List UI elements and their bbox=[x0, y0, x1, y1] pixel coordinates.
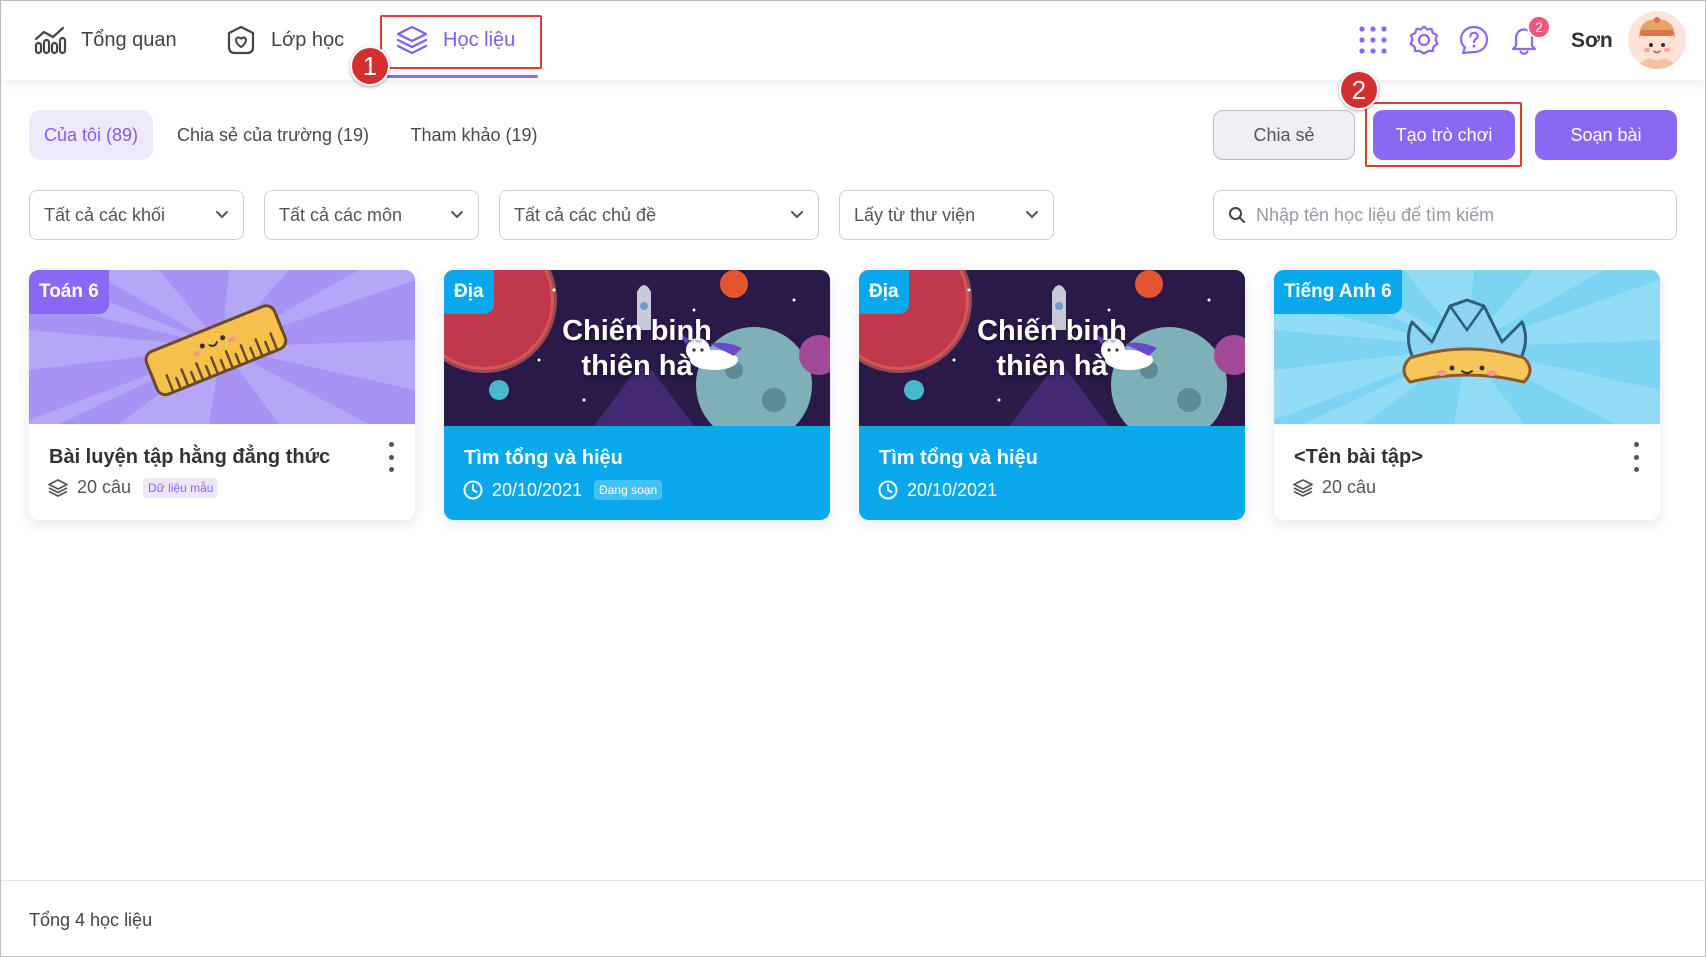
nav-learning-materials-label: Học liệu bbox=[443, 28, 516, 51]
card-date: 20/10/2021 bbox=[492, 479, 583, 500]
card-thumbnail: Chiến binh thiên hà bbox=[444, 270, 830, 426]
kebab-dot bbox=[388, 442, 394, 447]
thumbnail-title: Chiến binh thiên hà bbox=[859, 314, 1245, 384]
step2-badge: 2 bbox=[1339, 70, 1379, 110]
kebab-dot bbox=[388, 467, 394, 472]
thumbnail-title-line1: Chiến binh bbox=[977, 315, 1127, 347]
footer-divider bbox=[1, 880, 1705, 881]
layers-icon bbox=[396, 25, 428, 55]
subject-tag: Địa bbox=[444, 270, 494, 314]
material-card[interactable]: Tiếng Anh 6 <Tên bài tập> 20 câu bbox=[1274, 270, 1660, 520]
kebab-dot bbox=[388, 454, 394, 460]
tab-reference[interactable]: Tham khảo (19) bbox=[399, 110, 549, 160]
layers-icon bbox=[1293, 478, 1313, 497]
nav-overview[interactable]: Tổng quan bbox=[33, 19, 177, 61]
thumbnail-title-line1: Chiến binh bbox=[562, 315, 712, 347]
material-card[interactable]: Chiến binh thiên hà Địa Tìm tổng và hiệu… bbox=[444, 270, 830, 520]
kebab-dot bbox=[1633, 442, 1639, 447]
search-icon bbox=[1229, 207, 1245, 223]
card-meta: 20/10/2021 Đang soạn bbox=[462, 479, 663, 501]
draft-badge: Đang soạn bbox=[594, 480, 663, 500]
card-meta: 20/10/2021 bbox=[877, 479, 997, 501]
avatar[interactable] bbox=[1628, 11, 1686, 69]
top-navbar: Tổng quan Lớp học Học liệu 2 Sơn bbox=[1, 1, 1705, 80]
subject-select[interactable]: Tất cả các môn bbox=[264, 190, 479, 240]
subject-tag: Toán 6 bbox=[29, 270, 109, 314]
source-select[interactable]: Lấy từ thư viện bbox=[839, 190, 1054, 240]
subject-tag: Tiếng Anh 6 bbox=[1274, 270, 1402, 314]
class-heart-icon bbox=[227, 25, 255, 55]
user-name[interactable]: Sơn bbox=[1571, 29, 1613, 53]
grade-select[interactable]: Tất cả các khối bbox=[29, 190, 244, 240]
thumbnail-title-line2: thiên hà bbox=[581, 350, 693, 382]
question-count: 20 câu bbox=[1322, 477, 1377, 497]
chart-icon bbox=[34, 26, 67, 55]
card-menu-button[interactable] bbox=[1630, 442, 1642, 472]
nav-classes-label: Lớp học bbox=[271, 28, 345, 51]
topic-select-value: Tất cả các chủ đề bbox=[514, 204, 657, 225]
avatar-illustration bbox=[1628, 11, 1686, 69]
create-game-button[interactable]: Tạo trò chơi bbox=[1373, 110, 1515, 160]
question-count: 20 câu bbox=[77, 477, 132, 497]
subject-select-value: Tất cả các môn bbox=[279, 204, 403, 225]
card-meta: 20 câu Dữ liệu mẫu bbox=[47, 477, 219, 498]
search-box bbox=[1213, 190, 1677, 240]
material-card[interactable]: Toán 6 Bài luyện tập hằng đẳng thức 20 c… bbox=[29, 270, 415, 520]
step1-badge: 1 bbox=[350, 46, 390, 86]
kebab-dot bbox=[1633, 467, 1639, 472]
source-select-value: Lấy từ thư viện bbox=[854, 204, 976, 225]
settings-icon bbox=[1409, 25, 1439, 55]
apps-button[interactable] bbox=[1355, 22, 1391, 58]
notification-count-badge: 2 bbox=[1527, 15, 1551, 39]
app-window: Tổng quan Lớp học Học liệu 2 Sơn 1 Của t… bbox=[0, 0, 1706, 957]
tab-school-shared[interactable]: Chia sẻ của trường (19) bbox=[173, 110, 373, 160]
chevron-down-icon bbox=[1026, 211, 1038, 219]
chevron-down-icon bbox=[216, 211, 228, 219]
thumbnail-title-line2: thiên hà bbox=[996, 350, 1108, 382]
sample-data-badge: Dữ liệu mẫu bbox=[143, 477, 219, 498]
card-title: Bài luyện tập hằng đẳng thức bbox=[49, 446, 331, 468]
card-thumbnail: Chiến binh thiên hà bbox=[859, 270, 1245, 426]
compose-lesson-button[interactable]: Soạn bài bbox=[1535, 110, 1677, 160]
kebab-dot bbox=[1633, 454, 1639, 460]
card-title: <Tên bài tập> bbox=[1294, 446, 1423, 468]
card-title: Tìm tổng và hiệu bbox=[464, 447, 623, 469]
nav-classes[interactable]: Lớp học bbox=[225, 19, 344, 61]
tab-mine[interactable]: Của tôi (89) bbox=[29, 110, 153, 160]
card-date: 20/10/2021 bbox=[907, 479, 998, 500]
card-menu-button[interactable] bbox=[385, 442, 397, 472]
thumbnail-title: Chiến binh thiên hà bbox=[444, 314, 830, 384]
help-button[interactable] bbox=[1456, 22, 1492, 58]
search-input[interactable] bbox=[1256, 204, 1656, 226]
topic-select[interactable]: Tất cả các chủ đề bbox=[499, 190, 819, 240]
grade-select-value: Tất cả các khối bbox=[44, 204, 166, 225]
active-nav-indicator bbox=[382, 75, 538, 78]
clock-icon bbox=[463, 480, 483, 500]
material-card[interactable]: Chiến binh thiên hà Địa Tìm tổng và hiệu… bbox=[859, 270, 1245, 520]
total-count-label: Tổng 4 học liệu bbox=[29, 910, 153, 930]
nav-overview-label: Tổng quan bbox=[81, 28, 177, 51]
subject-tag: Địa bbox=[859, 270, 909, 314]
help-icon bbox=[1459, 25, 1489, 55]
card-title: Tìm tổng và hiệu bbox=[879, 447, 1038, 469]
clock-icon bbox=[878, 480, 898, 500]
share-button[interactable]: Chia sẻ bbox=[1213, 110, 1355, 160]
apps-grid-icon bbox=[1359, 26, 1387, 54]
layers-icon bbox=[48, 478, 68, 497]
chevron-down-icon bbox=[451, 211, 463, 219]
settings-button[interactable] bbox=[1406, 22, 1442, 58]
nav-learning-materials[interactable]: Học liệu bbox=[395, 19, 515, 61]
chevron-down-icon bbox=[791, 211, 803, 219]
card-meta: 20 câu bbox=[1292, 477, 1376, 498]
